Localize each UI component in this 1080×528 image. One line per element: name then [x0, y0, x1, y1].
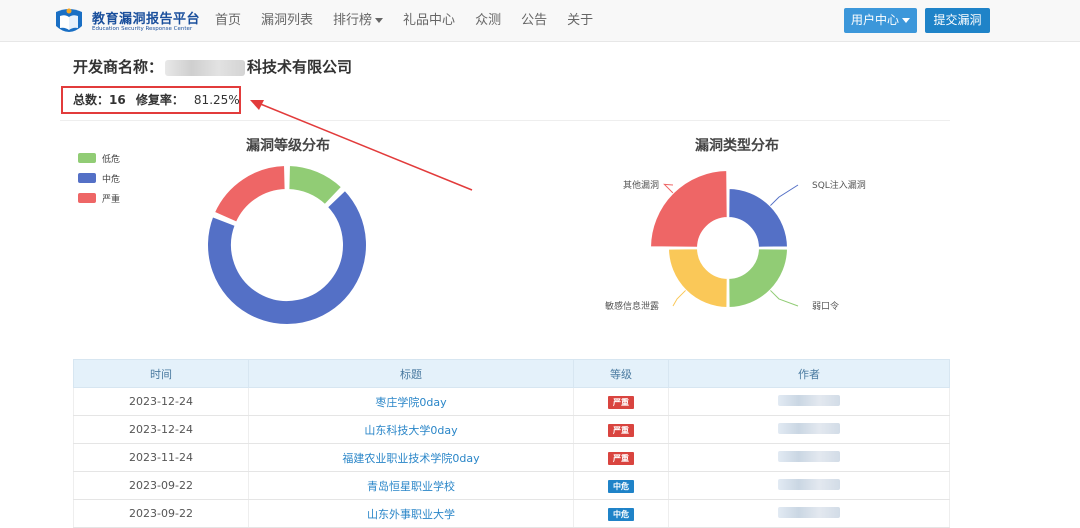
- row-author[interactable]: [668, 443, 950, 472]
- table-header-row: 时间 标题 等级 作者: [73, 359, 950, 388]
- table-row: 2023-09-22 山东外事职业大学 中危: [73, 499, 950, 528]
- row-level: 中危: [573, 499, 669, 528]
- vulnerability-table: 时间 标题 等级 作者 2023-12-24 枣庄学院0day 严重 2023-12-24 山…: [73, 359, 950, 528]
- rose-label: SQL注入漏洞: [812, 179, 866, 191]
- row-author[interactable]: [668, 415, 950, 444]
- redacted-author: [778, 506, 840, 518]
- level-badge: 严重: [608, 423, 634, 437]
- redacted-author: [778, 478, 840, 490]
- row-level: 中危: [573, 471, 669, 500]
- level-badge: 中危: [608, 479, 634, 493]
- rose-label: 敏感信息泄露: [605, 300, 659, 312]
- table-row: 2023-12-24 枣庄学院0day 严重: [73, 387, 950, 416]
- row-date: 2023-12-24: [73, 415, 249, 444]
- table-row: 2023-11-24 福建农业职业技术学院0day 严重: [73, 443, 950, 472]
- row-title-link[interactable]: 青岛恒星职业学校: [248, 471, 574, 500]
- level-badge: 严重: [608, 451, 634, 465]
- rose-slice: [648, 168, 729, 249]
- leader-line: [770, 290, 799, 307]
- rose-label: 弱口令: [812, 300, 839, 312]
- table-body: 2023-12-24 枣庄学院0day 严重 2023-12-24 山东科技大学0day…: [73, 387, 950, 528]
- table-row: 2023-09-22 青岛恒星职业学校 中危: [73, 471, 950, 500]
- donut-slice: [212, 163, 287, 225]
- row-title-link[interactable]: 福建农业职业技术学院0day: [248, 443, 574, 472]
- leader-line: [672, 290, 686, 307]
- leader-line: [663, 183, 674, 194]
- row-level: 严重: [573, 443, 669, 472]
- row-date: 2023-09-22: [73, 471, 249, 500]
- redacted-author: [778, 450, 840, 462]
- redacted-author: [778, 422, 840, 434]
- row-title-link[interactable]: 山东外事职业大学: [248, 499, 574, 528]
- row-author[interactable]: [668, 499, 950, 528]
- column-header[interactable]: 等级: [573, 359, 669, 388]
- row-level: 严重: [573, 387, 669, 416]
- row-author[interactable]: [668, 471, 950, 500]
- charts-canvas: SQL注入漏洞弱口令 敏感信息泄露 其他漏洞: [206, 163, 866, 326]
- row-level: 严重: [573, 415, 669, 444]
- rose-label: 其他漏洞: [623, 179, 659, 191]
- redacted-author: [778, 394, 840, 406]
- leader-line: [770, 184, 799, 206]
- level-badge: 严重: [608, 395, 634, 409]
- row-title-link[interactable]: 枣庄学院0day: [248, 387, 574, 416]
- column-header[interactable]: 标题: [248, 359, 574, 388]
- table-row: 2023-12-24 山东科技大学0day 严重: [73, 415, 950, 444]
- row-author[interactable]: [668, 387, 950, 416]
- row-date: 2023-09-22: [73, 499, 249, 528]
- column-header[interactable]: 时间: [73, 359, 249, 388]
- level-badge: 中危: [608, 507, 634, 521]
- row-date: 2023-11-24: [73, 443, 249, 472]
- row-title-link[interactable]: 山东科技大学0day: [248, 415, 574, 444]
- row-date: 2023-12-24: [73, 387, 249, 416]
- column-header[interactable]: 作者: [668, 359, 950, 388]
